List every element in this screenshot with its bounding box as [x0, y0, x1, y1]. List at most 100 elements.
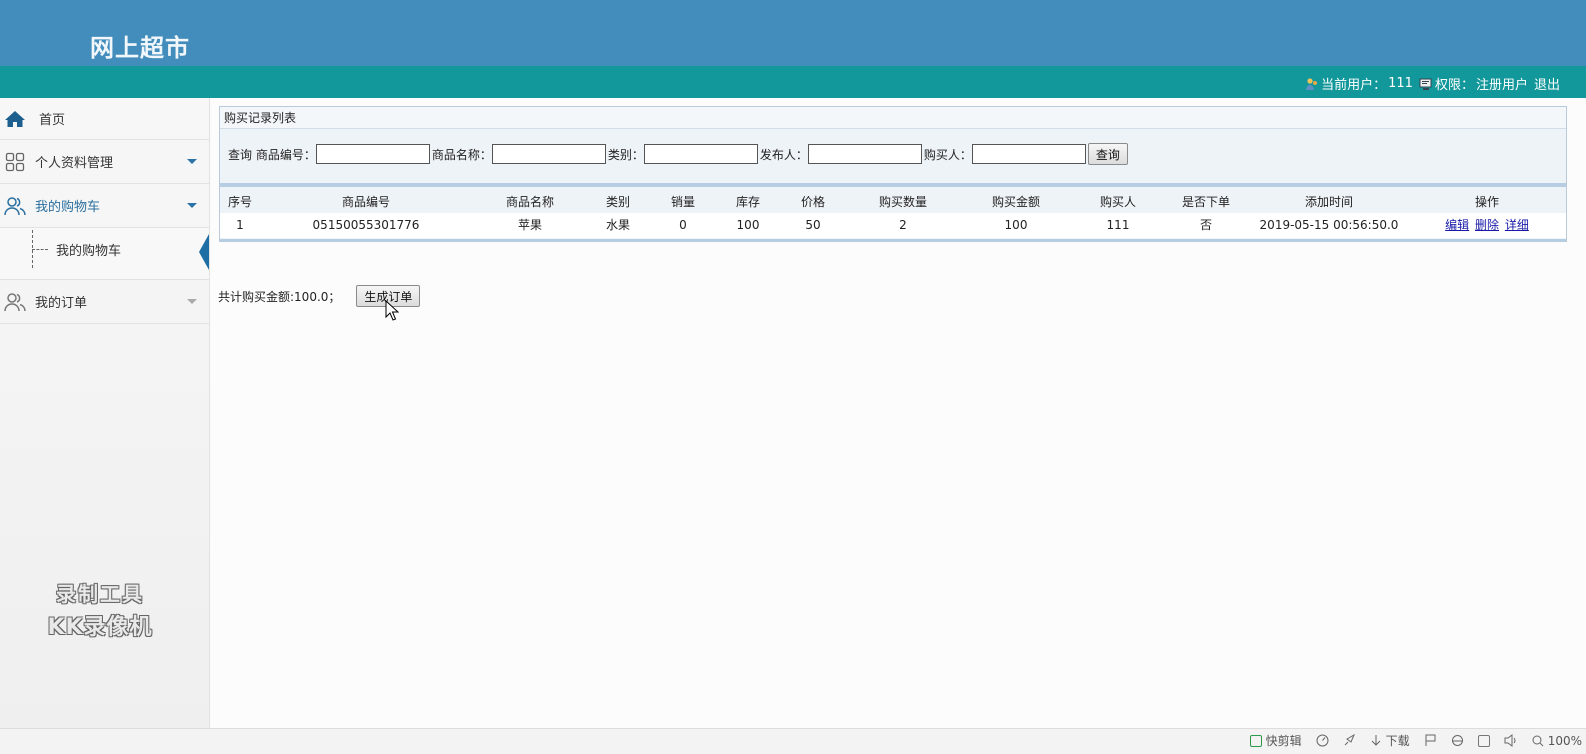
cell-ordered: 否	[1162, 213, 1250, 238]
records-table: 序号 商品编号 商品名称 类别 销量 库存 价格 购买数量 购买金额 购买人 是…	[220, 189, 1566, 238]
main-content: 购买记录列表 查询 商品编号： 商品名称： 类别： 发布人： 购买人： 查询 序…	[211, 98, 1586, 728]
buyer-input[interactable]	[971, 144, 1086, 164]
cell-stock: 100	[718, 213, 778, 238]
active-indicator	[199, 234, 209, 270]
sidebar-item-cart[interactable]: 我的购物车	[0, 184, 209, 228]
users-icon	[3, 194, 27, 218]
sidebar-item-label: 我的订单	[35, 296, 88, 311]
cell-name: 苹果	[472, 213, 588, 238]
publisher-input[interactable]	[807, 144, 922, 164]
current-user-label: 当前用户：	[1321, 78, 1387, 93]
site-title: 网上超市	[90, 33, 190, 62]
cell-added-time: 2019-05-15 00:56:50.0	[1250, 213, 1408, 238]
panel-title: 购买记录列表	[220, 107, 1566, 129]
column-header: 是否下单	[1162, 189, 1250, 213]
code-input[interactable]	[315, 144, 430, 164]
role-value: 注册用户	[1475, 78, 1528, 93]
column-header: 购买金额	[958, 189, 1074, 213]
column-header: 商品编号	[260, 189, 472, 213]
delete-link[interactable]: 删除	[1475, 218, 1499, 232]
sidebar: 首页 个人资料管理 我的购物车 我的购物车 我的订单 录制工具 KK录像机	[0, 98, 210, 728]
column-header: 类别	[588, 189, 648, 213]
chevron-down-icon	[187, 299, 197, 304]
sidebar-item-label: 个人资料管理	[35, 156, 114, 171]
cell-amount: 100	[958, 213, 1074, 238]
zoom-control[interactable]: 100%	[1532, 734, 1582, 748]
user-info: 当前用户： 111 权限： 注册用户 退出	[1305, 74, 1560, 93]
column-header: 添加时间	[1250, 189, 1408, 213]
search-button[interactable]: 查询	[1087, 143, 1128, 165]
divider	[220, 239, 1566, 242]
name-label: 商品名称：	[431, 147, 492, 162]
sidebar-item-home[interactable]: 首页	[0, 98, 209, 140]
watermark-line: 录制工具	[56, 582, 144, 606]
sidebar-item-orders[interactable]: 我的订单	[0, 280, 209, 324]
cell-index: 1	[220, 213, 260, 238]
status-label: 快剪辑	[1265, 734, 1302, 748]
total-amount-text: 共计购买金额:100.0；	[218, 289, 341, 304]
window-icon[interactable]	[1477, 734, 1490, 747]
users-icon	[3, 290, 27, 314]
top-banner: 网上超市	[0, 0, 1586, 66]
zoom-level: 100%	[1547, 733, 1582, 748]
tree-line	[32, 230, 33, 268]
cell-quantity: 2	[848, 213, 958, 238]
sidebar-item-label: 我的购物车	[35, 200, 101, 215]
column-header: 序号	[220, 189, 260, 213]
records-panel: 购买记录列表 查询 商品编号： 商品名称： 类别： 发布人： 购买人： 查询 序…	[219, 106, 1567, 242]
recorder-watermark: 录制工具 KK录像机	[30, 578, 170, 641]
cart-submenu: 我的购物车	[0, 228, 209, 280]
cell-sales: 0	[648, 213, 718, 238]
column-header: 商品名称	[472, 189, 588, 213]
status-items: 快剪辑 下载 100%	[1249, 732, 1582, 749]
cell-category: 水果	[588, 213, 648, 238]
role-icon	[1419, 77, 1433, 91]
table-row: 1 05150055301776 苹果 水果 0 100 50 2 100 11…	[220, 213, 1566, 238]
chevron-down-icon	[187, 203, 197, 208]
user-bar: 当前用户： 111 权限： 注册用户 退出	[0, 66, 1586, 98]
cell-code: 05150055301776	[260, 213, 472, 238]
cell-price: 50	[778, 213, 848, 238]
sidebar-item-profile[interactable]: 个人资料管理	[0, 140, 209, 184]
buyer-label: 购买人：	[923, 147, 972, 162]
detail-link[interactable]: 详细	[1505, 218, 1529, 232]
submenu-item-my-cart[interactable]: 我的购物车	[32, 228, 202, 270]
browser-status-bar: 快剪辑 下载 100%	[0, 728, 1586, 754]
cell-actions: 编辑 删除 详细	[1408, 213, 1566, 238]
volume-icon[interactable]	[1504, 734, 1518, 747]
rocket-icon[interactable]	[1343, 734, 1356, 747]
square-icon	[1477, 734, 1490, 747]
user-icon	[1305, 77, 1319, 91]
role-label: 权限：	[1434, 78, 1474, 93]
column-header: 购买数量	[848, 189, 958, 213]
chevron-down-icon	[187, 159, 197, 164]
mouse-cursor-icon	[385, 299, 400, 322]
play-icon	[1249, 734, 1262, 747]
column-header: 销量	[648, 189, 718, 213]
table-header-row: 序号 商品编号 商品名称 类别 销量 库存 价格 购买数量 购买金额 购买人 是…	[220, 189, 1566, 213]
column-header: 价格	[778, 189, 848, 213]
logout-link[interactable]: 退出	[1534, 74, 1560, 93]
current-user-value: 111	[1388, 76, 1413, 91]
grid-icon	[3, 150, 27, 174]
category-label: 类别：	[607, 147, 644, 162]
quick-edit-button[interactable]: 快剪辑	[1249, 732, 1302, 749]
submenu-item-label: 我的购物车	[56, 243, 122, 259]
sidebar-item-label: 首页	[39, 113, 66, 128]
status-label: 下载	[1385, 734, 1410, 748]
name-input[interactable]	[491, 144, 606, 164]
query-prefix: 查询	[228, 147, 253, 162]
home-icon	[3, 107, 27, 131]
edit-link[interactable]: 编辑	[1445, 218, 1469, 232]
watermark-line: KK录像机	[47, 615, 153, 640]
cell-buyer: 111	[1074, 213, 1162, 238]
flag-icon[interactable]	[1424, 734, 1437, 747]
download-button[interactable]: 下载	[1370, 732, 1410, 749]
category-input[interactable]	[643, 144, 758, 164]
speed-icon[interactable]	[1316, 734, 1329, 747]
column-header: 操作	[1408, 189, 1566, 213]
column-header: 库存	[718, 189, 778, 213]
publisher-label: 发布人：	[759, 147, 808, 162]
divider	[220, 183, 1566, 187]
ie-icon[interactable]	[1451, 734, 1464, 747]
